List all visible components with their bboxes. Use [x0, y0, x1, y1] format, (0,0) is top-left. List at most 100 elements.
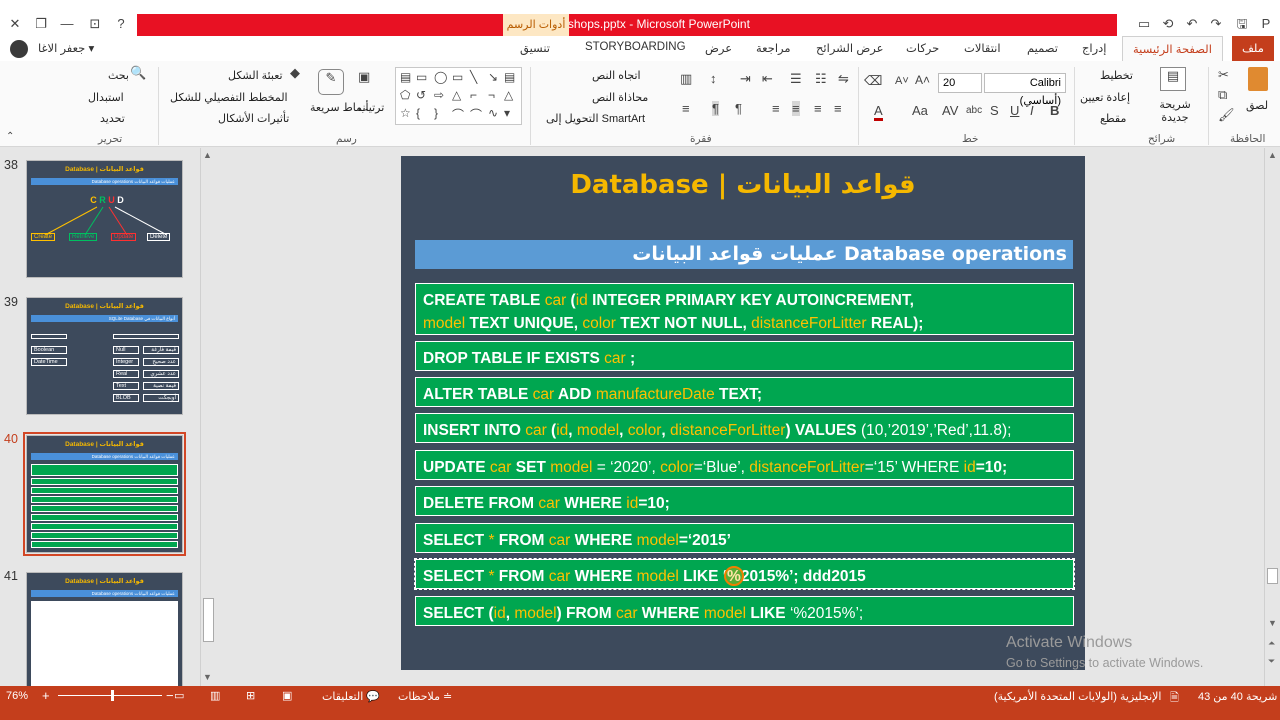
zoom-in-icon[interactable]: + — [42, 688, 50, 703]
star-icon[interactable]: ☆ — [400, 106, 411, 120]
scroll-down-icon[interactable]: ▼ — [1268, 618, 1277, 628]
shapes-gallery[interactable]: ▤ ▭ ◯ ▭ ╲ ↘ ▤ ⬠ ↺ ⇨ △ ⌐ ¬ △ ☆ { } ⌒ ⌒ ∿ … — [395, 67, 522, 125]
justify-icon[interactable]: ≡ — [682, 101, 690, 116]
collapse-ribbon-icon[interactable]: ⌃ — [6, 131, 14, 142]
rtl-icon[interactable]: ⇋ — [838, 71, 849, 87]
underline-icon[interactable]: U — [1010, 103, 1019, 118]
tab-storyboarding[interactable]: STORYBOARDING — [585, 41, 686, 53]
editor-scrollbar[interactable]: ▲ ▼ ⏶ ⏷ — [1264, 148, 1280, 686]
shape-outline-button[interactable]: المخطط التفصيلي للشكل — [170, 91, 288, 104]
code-row[interactable]: INSERT INTO car (id, model, color, dista… — [415, 413, 1074, 443]
slide-subtitle-band[interactable]: عمليات قواعد البيانات Database operation… — [415, 240, 1073, 269]
section-button[interactable]: مقطع — [1100, 112, 1126, 125]
font-color-icon[interactable]: A — [874, 103, 883, 121]
thumbnails-scrollbar[interactable]: ▲ ▼ — [200, 148, 215, 686]
slideshow-start-icon[interactable]: ⟲ — [1158, 14, 1178, 34]
slide-thumbnail-38[interactable]: Database | قواعد البيانات Database opera… — [26, 160, 183, 278]
spelling-icon[interactable]: 🗎 — [1170, 689, 1179, 708]
language-indicator[interactable]: الإنجليزية (الولايات المتحدة الأمريكية) — [994, 690, 1161, 703]
replace-button[interactable]: استبدال — [88, 91, 124, 104]
tab-file[interactable]: ملف — [1232, 36, 1274, 61]
tab-transitions[interactable]: انتقالات — [964, 41, 1001, 55]
rectangle-icon[interactable]: ▭ — [416, 70, 427, 84]
brace-icon[interactable]: } — [434, 106, 438, 120]
slide-thumbnail-39[interactable]: Database | قواعد البيانات SQLite Databas… — [26, 297, 183, 415]
shape-fill-button[interactable]: تعبئة الشكل — [228, 69, 283, 82]
zoom-slider-thumb[interactable] — [111, 690, 114, 701]
tab-insert[interactable]: إدراج — [1082, 41, 1107, 55]
code-row[interactable]: DELETE FROM car WHERE id=10; — [415, 486, 1074, 516]
code-row[interactable]: UPDATE car SET model = ‘2020’, color=‘Bl… — [415, 450, 1074, 480]
save-icon[interactable]: 🖫 — [1232, 14, 1252, 34]
reset-button[interactable]: إعادة تعيين — [1080, 91, 1130, 104]
slide-thumbnail-41[interactable]: Database | قواعد البيانات Database opera… — [26, 572, 183, 690]
change-case-icon[interactable]: Aa — [912, 103, 928, 118]
ltr-direction-icon[interactable]: ¶ — [712, 101, 719, 116]
triangle-icon[interactable]: △ — [452, 88, 461, 102]
notes-button[interactable]: ملاحظات ≐ — [398, 690, 452, 703]
increase-font-icon[interactable]: A˄ — [915, 73, 930, 87]
copy-icon[interactable]: ⧉ — [1218, 87, 1227, 103]
align-right-icon[interactable]: ≡ — [834, 101, 842, 116]
strikethrough-icon[interactable]: abc — [966, 105, 982, 116]
line-icon[interactable]: ╲ — [470, 70, 477, 84]
columns-icon[interactable]: ▥ — [680, 71, 692, 87]
tab-animations[interactable]: حركات — [906, 41, 939, 55]
tab-home[interactable]: الصفحة الرئيسية — [1122, 36, 1223, 62]
arrange-button[interactable]: ترتيب — [358, 101, 384, 114]
shape-effects-button[interactable]: تأثيرات الأشكال — [218, 112, 289, 125]
previous-slide-icon[interactable]: ⏶ — [1268, 638, 1275, 649]
align-left-icon[interactable]: ≡ — [792, 101, 800, 116]
decrease-font-icon[interactable]: A˅ — [895, 75, 909, 87]
curve-icon[interactable]: ↺ — [416, 88, 426, 102]
layout-button[interactable]: تخطيط — [1100, 69, 1133, 82]
smartart-button[interactable]: التحويل إلى SmartArt — [546, 112, 645, 125]
curve-icon[interactable]: ⌒ — [470, 106, 482, 123]
oval-icon[interactable]: ◯ — [434, 70, 447, 84]
code-row[interactable]: ALTER TABLE car ADD manufactureDate TEXT… — [415, 377, 1074, 407]
slide-sorter-icon[interactable]: ⊞ — [246, 689, 255, 702]
pentagon-icon[interactable]: ⬠ — [400, 88, 410, 102]
presentation-icon[interactable]: ▭ — [1134, 14, 1154, 34]
code-row[interactable]: SELECT (id, model) FROM car WHERE model … — [415, 596, 1074, 626]
arrow-line-icon[interactable]: ↘ — [488, 70, 498, 84]
font-name-select[interactable]: Calibri (أساسي) — [984, 73, 1066, 107]
redo-icon[interactable]: ↷ — [1206, 14, 1226, 34]
code-row[interactable]: SELECT * FROM car WHERE model=‘2015’ — [415, 523, 1074, 553]
scroll-up-icon[interactable]: ▲ — [1268, 150, 1277, 160]
character-spacing-icon[interactable]: AV — [942, 103, 958, 118]
undo-icon[interactable]: ↶ — [1182, 14, 1202, 34]
text-box-icon[interactable]: ▤ — [400, 70, 411, 84]
slideshow-view-icon[interactable]: ▭ — [174, 689, 184, 702]
quick-styles-icon[interactable]: ✎ — [318, 69, 344, 95]
scroll-down-icon[interactable]: ▼ — [203, 672, 212, 682]
code-row[interactable]: DROP TABLE IF EXISTS car ; — [415, 341, 1074, 371]
format-painter-icon[interactable]: 🖌 — [1218, 107, 1235, 123]
elbow-connector-icon[interactable]: ¬ — [488, 88, 495, 102]
bullets-icon[interactable]: ☷ — [815, 71, 827, 87]
reading-view-icon[interactable]: ▥ — [210, 689, 220, 702]
tab-view[interactable]: عرض — [705, 41, 732, 55]
brace-icon[interactable]: { — [416, 106, 420, 120]
scroll-up-icon[interactable]: ▲ — [203, 150, 212, 160]
paste-icon[interactable] — [1248, 67, 1268, 91]
slide-thumbnail-40[interactable]: Database | قواعد البيانات Database opera… — [23, 432, 186, 556]
slide-canvas[interactable]: Database | قواعد البيانات عمليات قواعد ا… — [401, 156, 1085, 670]
tab-design[interactable]: تصميم — [1027, 41, 1058, 55]
find-button[interactable]: بحث — [108, 69, 129, 82]
tab-format[interactable]: تنسيق — [520, 41, 550, 55]
tab-review[interactable]: مراجعة — [756, 41, 791, 55]
align-justify-icon[interactable]: ≡ — [772, 101, 780, 116]
next-slide-icon[interactable]: ⏷ — [1268, 656, 1275, 667]
align-text-button[interactable]: محاذاة النص — [592, 91, 648, 104]
text-box-icon[interactable]: ▤ — [504, 70, 515, 84]
normal-view-icon[interactable]: ▣ — [282, 689, 292, 702]
block-arrow-icon[interactable]: ⇨ — [434, 88, 444, 102]
scroll-thumb[interactable] — [1267, 568, 1278, 584]
new-slide-button[interactable]: شريحة جديدة — [1158, 99, 1192, 125]
font-size-select[interactable]: 20 — [938, 73, 982, 93]
align-center-icon[interactable]: ≡ — [814, 101, 822, 116]
user-account[interactable]: جعفر الاغا ▾ — [10, 40, 94, 58]
paste-button[interactable]: لصق — [1246, 99, 1268, 112]
zoom-slider-track[interactable] — [58, 695, 162, 696]
